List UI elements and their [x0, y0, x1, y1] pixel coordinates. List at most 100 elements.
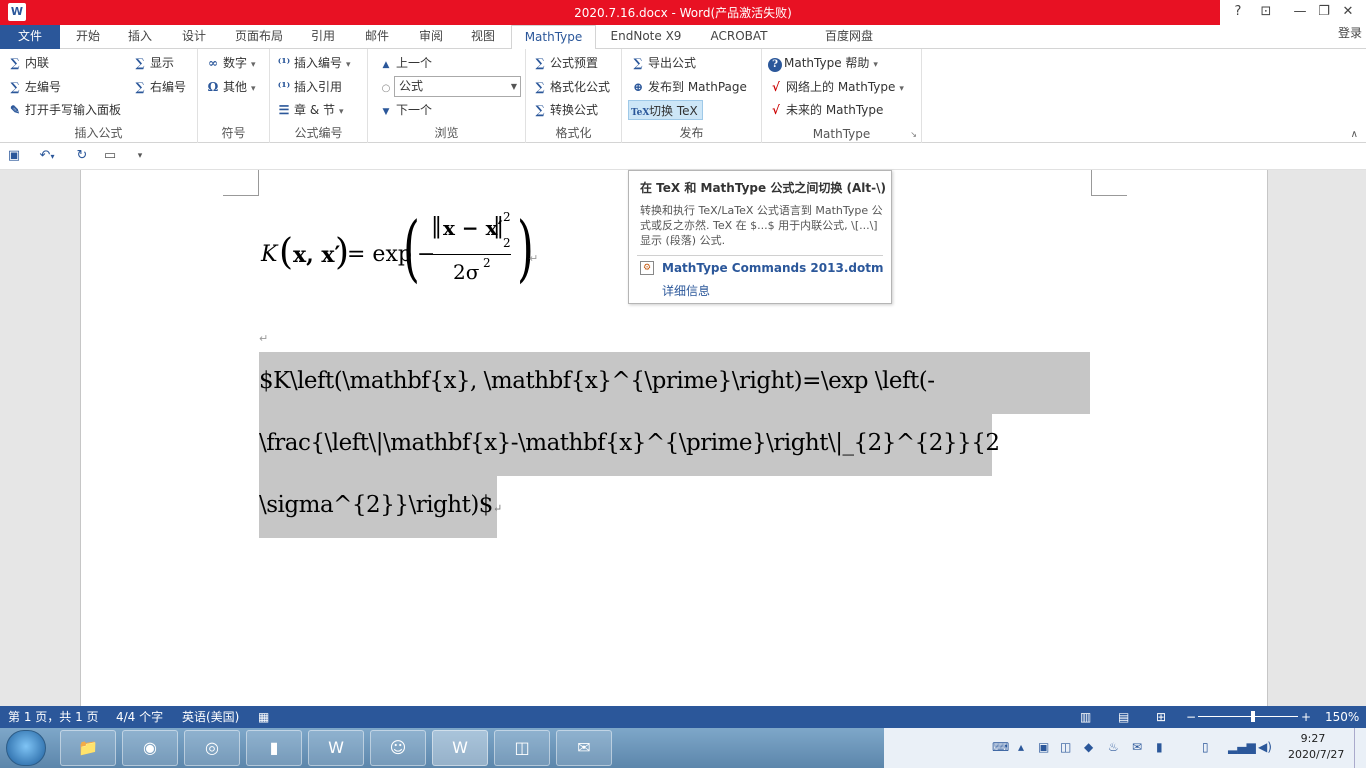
zoom-in-icon[interactable]: + — [1301, 706, 1311, 728]
new-document-icon[interactable]: ▭ — [100, 147, 120, 167]
toggle-tex-button[interactable]: TeX切换 TeX — [628, 100, 703, 120]
tooltip-template-link[interactable]: MathType Commands 2013.dotm — [662, 261, 883, 275]
previous-button[interactable]: ▲ 上一个 — [378, 53, 432, 73]
sigma-settings-icon: ∑ — [535, 56, 545, 70]
publish-mathpage-button[interactable]: ⊕ 发布到 MathPage — [630, 77, 747, 97]
close-icon[interactable]: ✕ — [1328, 0, 1366, 25]
tab-insert[interactable]: 插入 — [116, 25, 164, 49]
tab-baidu-netdisk[interactable]: 百度网盘 — [816, 25, 882, 49]
start-button[interactable] — [6, 730, 46, 766]
tab-references[interactable]: 引用 — [300, 25, 346, 49]
language-indicator[interactable]: 英语(美国) — [182, 706, 239, 728]
sign-in-link[interactable]: 登录 — [1338, 25, 1362, 41]
file-explorer-taskbar-icon[interactable]: 📁 — [60, 730, 116, 766]
show-desktop-button[interactable] — [1354, 728, 1366, 768]
word-taskbar-icon[interactable]: W — [432, 730, 488, 766]
app-taskbar-icon[interactable]: ◫ — [494, 730, 550, 766]
show-hidden-icons-icon[interactable]: ▴ — [1018, 740, 1024, 754]
insert-reference-button[interactable]: ⁽¹⁾ 插入引用 — [276, 77, 342, 97]
clock-time: 9:27 — [1300, 732, 1326, 745]
margin-corner-top-right — [1091, 170, 1127, 196]
chrome-taskbar-icon[interactable]: ◎ — [184, 730, 240, 766]
tray-app-icon[interactable]: ♨ — [1108, 740, 1119, 754]
zoom-slider-thumb[interactable] — [1251, 711, 1255, 722]
wechat-tray-icon[interactable]: ✉ — [1132, 740, 1142, 754]
tooltip-more-info-link[interactable]: 详细信息 — [662, 282, 710, 299]
formula-args: x, x′ — [293, 242, 341, 268]
tab-home[interactable]: 开始 — [64, 25, 112, 49]
mathtype-on-web-button[interactable]: √ 网络上的 MathType ▾ — [768, 77, 904, 97]
power-icon[interactable]: ▯ — [1202, 740, 1209, 754]
wps-taskbar-icon[interactable]: W — [308, 730, 364, 766]
tray-app-icon[interactable]: ▮ — [1156, 740, 1163, 754]
zoom-out-icon[interactable]: − — [1186, 706, 1196, 728]
system-tray: ⌨ ▴ ▣ ◫ ◆ ♨ ✉ ▮ ▯ ▂▄▆ ◀) 9:27 2020/7/27 — [884, 728, 1366, 768]
tab-review[interactable]: 审阅 — [408, 25, 454, 49]
arrow-down-icon: ▼ — [382, 107, 390, 117]
chapter-section-button[interactable]: ☰ 章 & 节 ▾ — [276, 100, 344, 120]
undo-icon[interactable]: ↶▾ — [34, 147, 60, 167]
next-button[interactable]: ▼ 下一个 — [378, 100, 432, 120]
tab-design[interactable]: 设计 — [170, 25, 218, 49]
print-layout-icon[interactable]: ▤ — [1118, 706, 1129, 728]
future-mathtype-button[interactable]: √ 未来的 MathType — [768, 100, 883, 120]
group-label: 浏览 — [434, 126, 459, 140]
tab-mathtype[interactable]: MathType — [511, 25, 596, 50]
sigma-icon: ∑ — [135, 80, 145, 94]
convert-equations-button[interactable]: ∑ 转换公式 — [532, 100, 598, 120]
browse-type-select[interactable]: 公式 ▼ — [394, 76, 521, 97]
left-numbered-button[interactable]: ∑ 左编号 — [7, 77, 61, 97]
tray-app-icon[interactable]: ◫ — [1060, 740, 1071, 754]
tex-line-1[interactable]: $K\left(\mathbf{x}, \mathbf{x}^{\prime}\… — [259, 368, 1090, 394]
keyboard-icon[interactable]: ⌨ — [992, 740, 1009, 754]
tab-endnote[interactable]: EndNote X9 — [603, 25, 689, 49]
insert-number-button[interactable]: ⁽¹⁾ 插入编号 ▾ — [276, 53, 351, 73]
equation-preferences-button[interactable]: ∑ 公式预置 — [532, 53, 598, 73]
network-icon[interactable]: ▂▄▆ — [1228, 740, 1256, 754]
word-count[interactable]: 4/4 个字 — [116, 706, 163, 728]
other-symbols-dropdown[interactable]: Ω 其他 ▾ — [205, 77, 256, 97]
tex-line-2[interactable]: \frac{\left\|\mathbf{x}-\mathbf{x}^{\pri… — [259, 430, 1000, 456]
format-equations-button[interactable]: ∑ 格式化公式 — [532, 77, 610, 97]
tab-acrobat[interactable]: ACROBAT — [702, 25, 776, 49]
tab-view[interactable]: 视图 — [460, 25, 506, 49]
tex-icon: TeX — [631, 108, 650, 118]
system-clock[interactable]: 9:27 2020/7/27 — [1288, 731, 1344, 763]
zoom-level[interactable]: 150% — [1325, 706, 1359, 728]
volume-icon[interactable]: ◀) — [1258, 740, 1272, 754]
tray-app-icon[interactable]: ◆ — [1084, 740, 1093, 754]
web-layout-icon[interactable]: ⊞ — [1156, 706, 1166, 728]
page-count[interactable]: 第 1 页，共 1 页 — [8, 706, 99, 728]
equation-object[interactable]: K ( x, x′ ) = exp ( − ‖ x − x′ ‖ 2 2 2σ … — [261, 206, 541, 306]
export-equations-button[interactable]: ∑ 导出公式 — [630, 53, 696, 73]
tex-line-3[interactable]: \sigma^{2}}\right)$↵ — [259, 492, 502, 518]
mathtype-help-button[interactable]: ? MathType 帮助 ▾ — [768, 53, 878, 73]
inline-button[interactable]: ∑ 内联 — [7, 53, 49, 73]
camera-taskbar-icon[interactable]: ◉ — [122, 730, 178, 766]
read-mode-icon[interactable]: ▥ — [1080, 706, 1091, 728]
group-label: 符号 — [221, 126, 246, 140]
group-label: 公式编号 — [294, 126, 343, 140]
macro-record-icon[interactable]: ▦ — [258, 706, 269, 728]
tab-mailings[interactable]: 邮件 — [354, 25, 400, 49]
handwriting-panel-button[interactable]: ✎ 打开手写输入面板 — [7, 100, 121, 120]
toggle-tex-tooltip: 在 TeX 和 MathType 公式之间切换 (Alt-\) 转换和执行 Te… — [628, 170, 892, 304]
arrow-up-icon: ▲ — [382, 60, 390, 70]
chevron-down-icon: ▾ — [346, 60, 351, 70]
photo-taskbar-icon[interactable]: ☺ — [370, 730, 426, 766]
redo-icon[interactable]: ↻ — [72, 147, 92, 167]
collapse-ribbon-icon[interactable]: ∧ — [1351, 129, 1358, 140]
tray-app-icon[interactable]: ▣ — [1038, 740, 1049, 754]
tab-file[interactable]: 文件 — [0, 25, 60, 49]
zoom-slider-track[interactable] — [1198, 716, 1298, 717]
save-icon[interactable]: ▣ — [4, 147, 24, 167]
right-numbered-button[interactable]: ∑ 右编号 — [132, 77, 186, 97]
reader-taskbar-icon[interactable]: ▮ — [246, 730, 302, 766]
number-symbols-dropdown[interactable]: ∞ 数字 ▾ — [205, 53, 256, 73]
customize-toolbar-icon[interactable]: ▾ — [130, 147, 150, 167]
dialog-launcher-icon[interactable]: ↘ — [910, 130, 917, 139]
windows-taskbar: 📁 ◉ ◎ ▮ W ☺ W ◫ ✉ ⌨ ▴ ▣ ◫ ◆ ♨ ✉ ▮ ▯ ▂▄▆ … — [0, 728, 1366, 768]
tab-page-layout[interactable]: 页面布局 — [226, 25, 292, 49]
display-button[interactable]: ∑ 显示 — [132, 53, 174, 73]
wechat-taskbar-icon[interactable]: ✉ — [556, 730, 612, 766]
